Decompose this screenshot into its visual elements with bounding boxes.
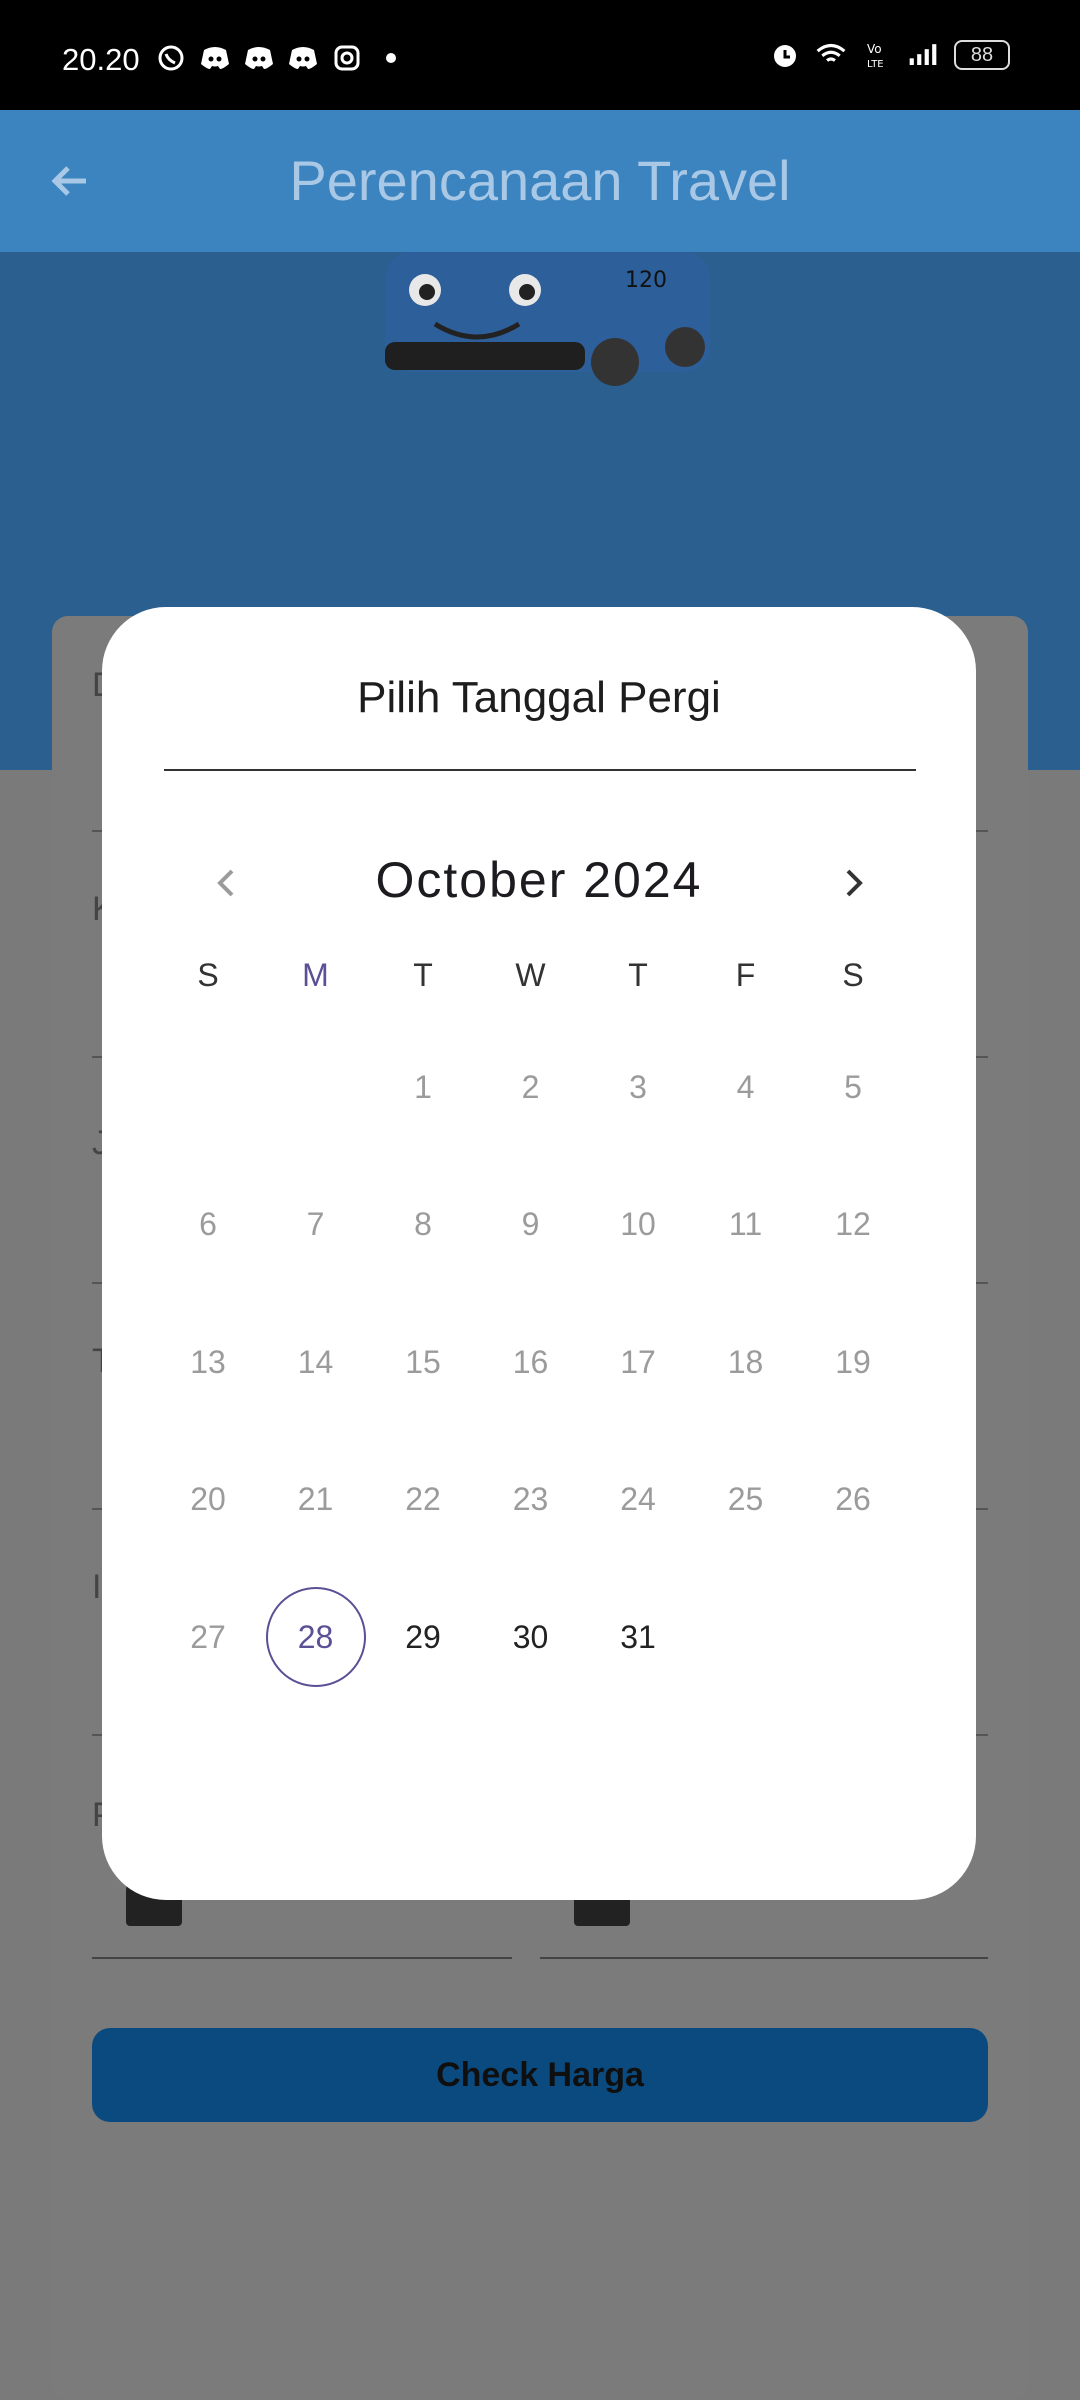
alarm-icon xyxy=(770,41,800,69)
day-cell: 8 xyxy=(414,1206,432,1242)
chevron-right-icon xyxy=(846,869,863,897)
field-underline xyxy=(540,1957,988,1959)
day-cell[interactable]: 30 xyxy=(481,1587,581,1687)
day-cell: 15 xyxy=(405,1343,441,1380)
day-cell: 6 xyxy=(199,1206,217,1242)
svg-text:120: 120 xyxy=(625,268,667,293)
weekday-label: T xyxy=(628,957,648,993)
day-cell: 22 xyxy=(405,1481,441,1517)
day-cell: 25 xyxy=(727,1481,764,1517)
day-cell: 3 xyxy=(629,1068,647,1105)
day-cell: 21 xyxy=(297,1481,334,1517)
day-cell: 7 xyxy=(306,1206,325,1242)
svg-text:LTE: LTE xyxy=(867,59,884,70)
status-bar: 20.20 Vo LTE 88 xyxy=(0,0,1080,110)
discord-icon xyxy=(288,44,318,72)
day-cell: 24 xyxy=(620,1481,656,1517)
discord-icon xyxy=(200,44,230,72)
field-label-5: I xyxy=(92,1568,102,1606)
day-cell-today[interactable]: 28 xyxy=(265,1587,366,1687)
weekday-label: W xyxy=(515,957,546,993)
day-cell: 19 xyxy=(835,1343,871,1380)
day-cell: 14 xyxy=(297,1343,334,1380)
weekday-label: S xyxy=(197,957,219,993)
volte-icon: Vo LTE xyxy=(862,41,892,70)
page-title: Perencanaan Travel xyxy=(289,149,791,212)
signal-icon xyxy=(908,41,938,69)
day-cell: 27 xyxy=(190,1618,226,1655)
battery-indicator: 88 xyxy=(954,40,1010,70)
svg-text:Vo: Vo xyxy=(867,42,882,56)
day-cell: 23 xyxy=(512,1481,549,1517)
day-cell: 12 xyxy=(835,1206,871,1242)
weekday-label: S xyxy=(842,957,864,993)
day-cell: 9 xyxy=(521,1206,540,1242)
weekday-label: T xyxy=(413,957,433,993)
app-bar: Perencanaan Travel xyxy=(0,110,1080,252)
day-cell: 4 xyxy=(736,1068,755,1105)
day-cell: 10 xyxy=(620,1206,656,1242)
field-underline xyxy=(92,1957,512,1959)
day-cell: 2 xyxy=(521,1068,540,1105)
dot-icon xyxy=(376,44,406,72)
weekday-label: F xyxy=(735,957,756,993)
date-picker-dialog: Pilih Tanggal Pergi October 2024 S M T W T F S… xyxy=(102,607,976,1900)
day-cell: 18 xyxy=(727,1343,764,1380)
whatsapp-icon xyxy=(156,44,186,72)
day-cell: 5 xyxy=(844,1068,862,1105)
day-cell: 13 xyxy=(190,1343,226,1380)
check-price-button[interactable]: Check Harga xyxy=(92,2028,988,2122)
dialog-title: Pilih Tanggal Pergi xyxy=(357,673,721,722)
day-cell: 11 xyxy=(728,1206,763,1242)
day-cell: 17 xyxy=(620,1343,656,1380)
next-month-button[interactable] xyxy=(824,853,884,913)
day-cell: 26 xyxy=(835,1481,871,1517)
instagram-icon xyxy=(332,44,362,72)
day-cell: 20 xyxy=(190,1481,226,1517)
day-cell: 1 xyxy=(414,1068,432,1105)
day-cell[interactable]: 29 xyxy=(373,1587,473,1687)
month-header: October 2024 xyxy=(102,843,976,923)
day-cell: 16 xyxy=(512,1343,549,1380)
discord-icon xyxy=(244,44,274,72)
day-cell[interactable]: 31 xyxy=(588,1587,688,1687)
status-time: 20.20 xyxy=(62,42,140,77)
weekday-label: M xyxy=(302,957,329,993)
bus-illustration: 120 xyxy=(385,252,710,386)
dialog-divider xyxy=(164,769,916,771)
wifi-icon xyxy=(816,41,846,69)
